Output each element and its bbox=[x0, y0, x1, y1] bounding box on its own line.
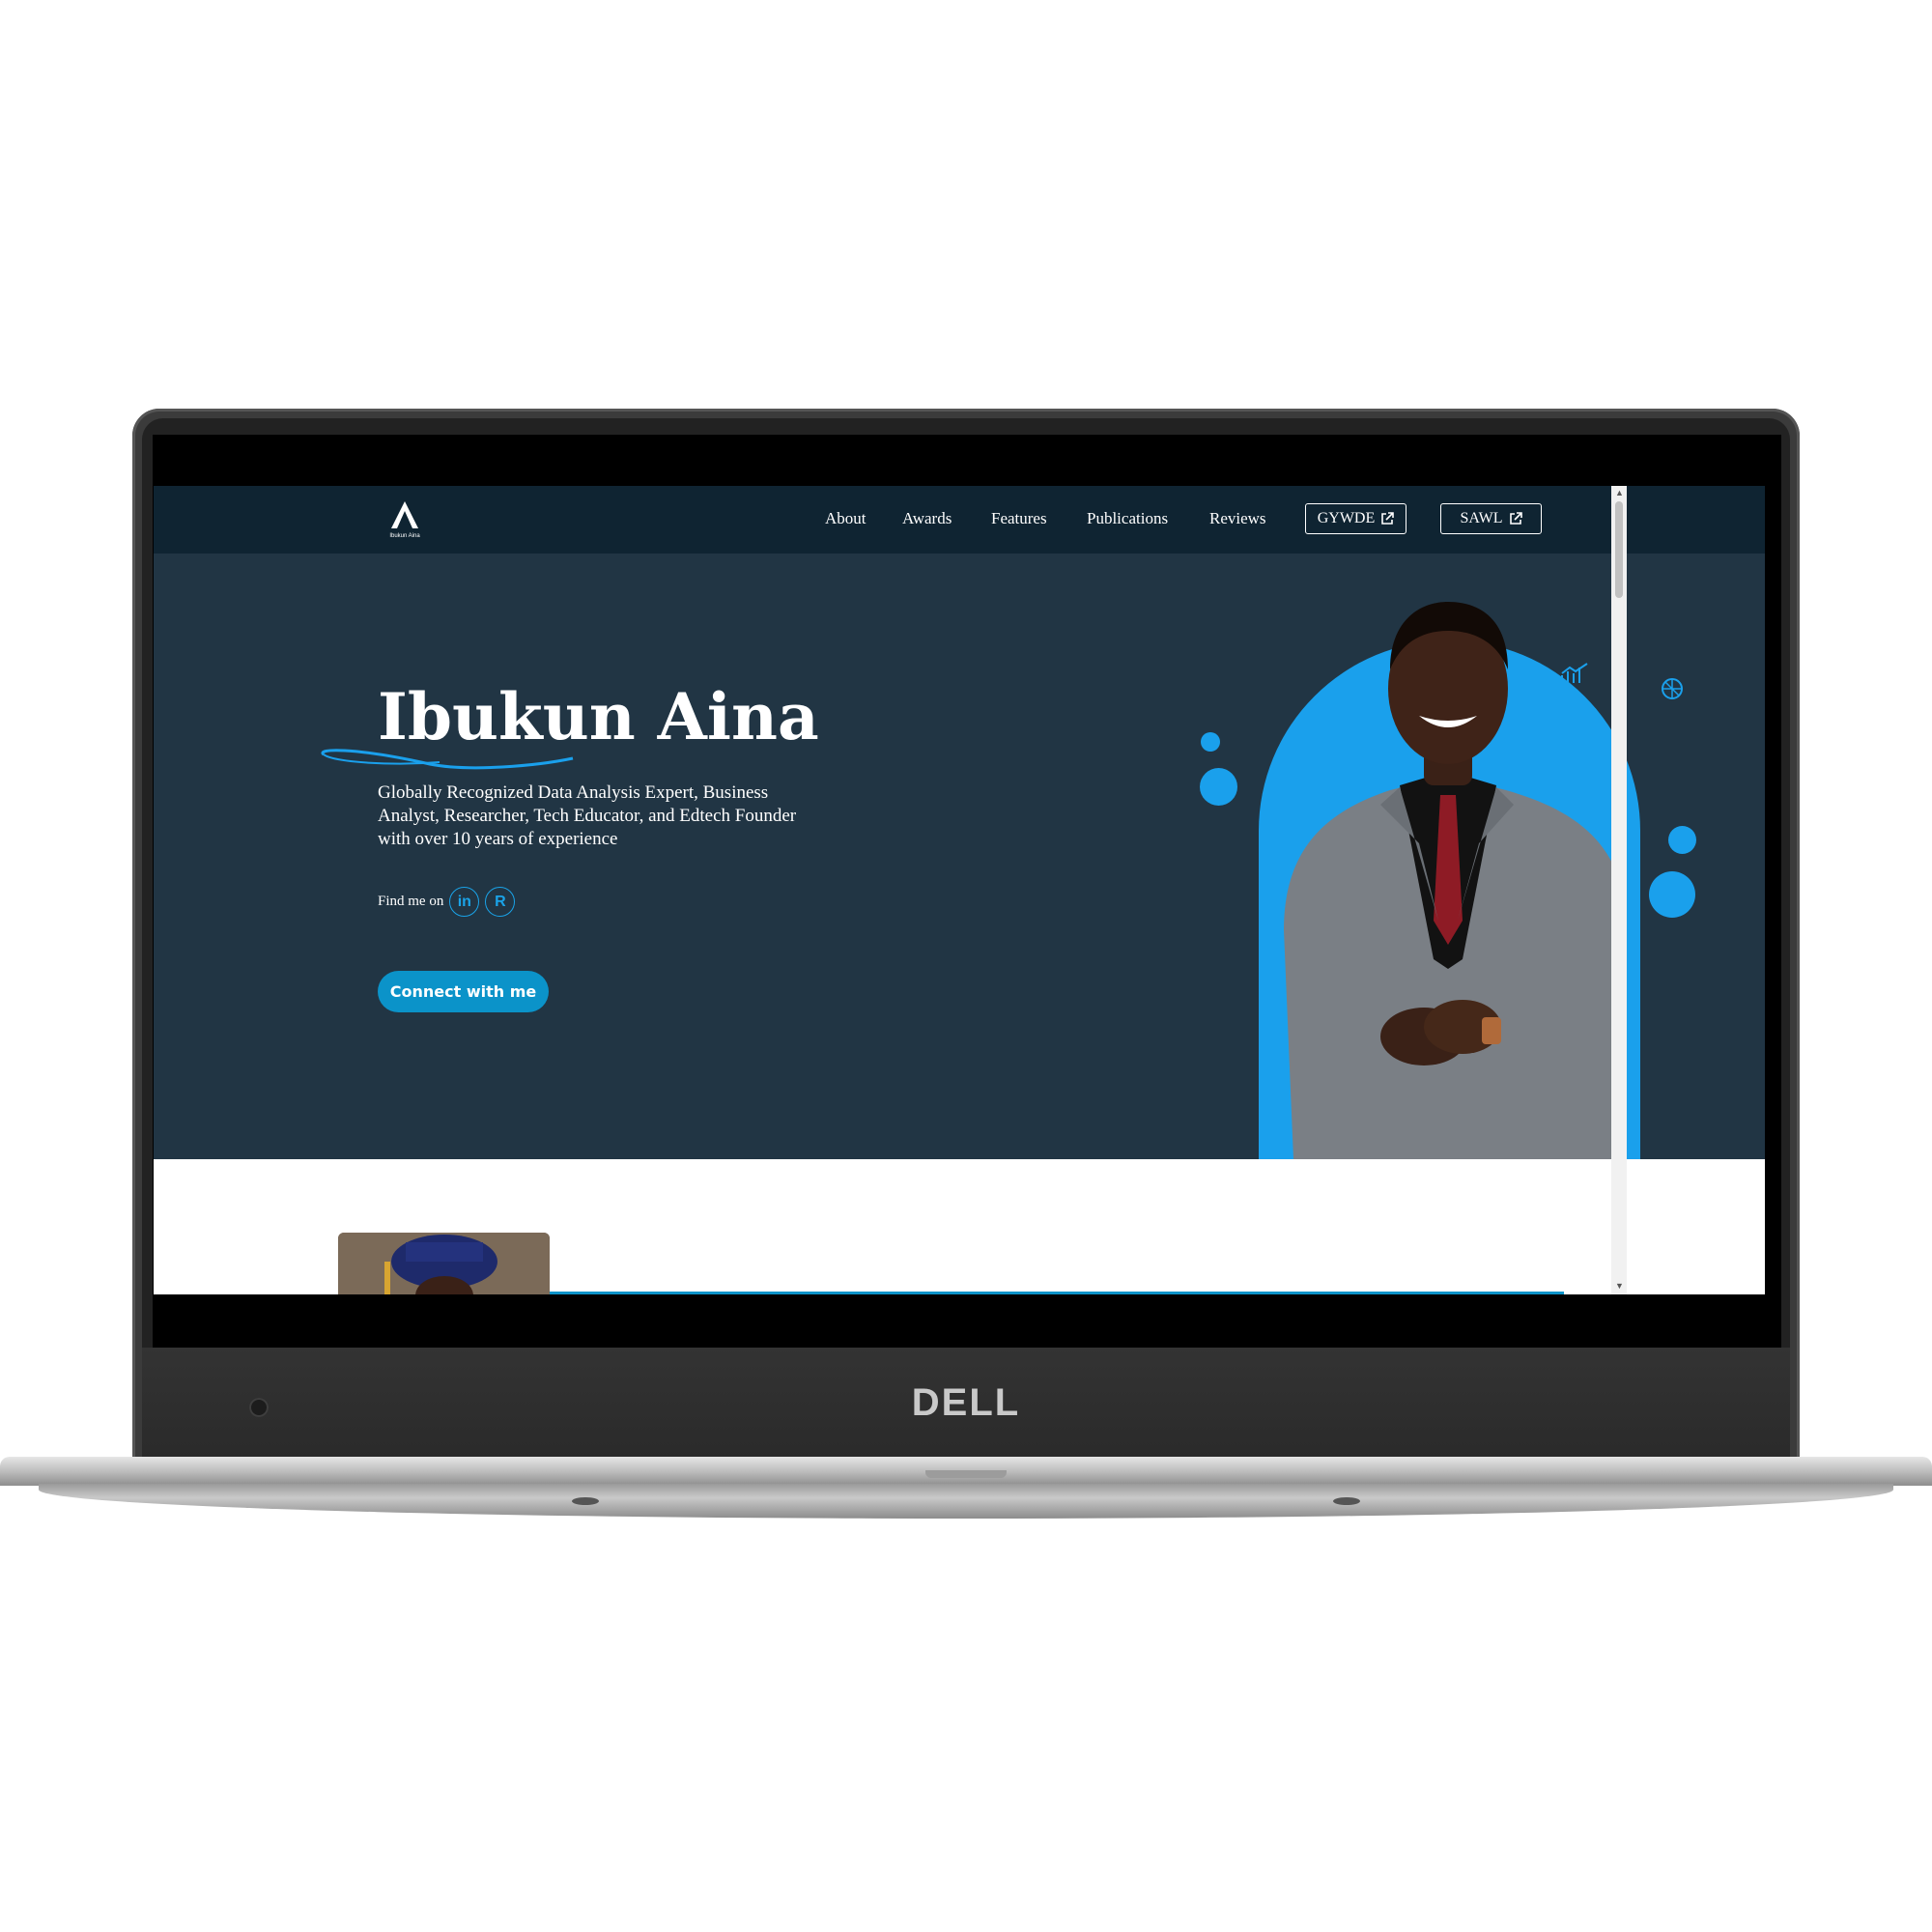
nav-about[interactable]: About bbox=[825, 509, 867, 528]
scroll-down-icon[interactable]: ▼ bbox=[1615, 1281, 1624, 1291]
laptop-base-bottom bbox=[39, 1484, 1893, 1519]
webcam-indicator bbox=[249, 1398, 269, 1417]
nav-reviews[interactable]: Reviews bbox=[1209, 509, 1266, 528]
gywde-label: GYWDE bbox=[1317, 510, 1376, 526]
top-navbar: Ibukun Aina About Awards Features Public… bbox=[154, 486, 1765, 554]
nav-features[interactable]: Features bbox=[991, 509, 1047, 528]
decor-dot bbox=[1668, 826, 1696, 854]
logo-text: Ibukun Aina bbox=[389, 533, 420, 539]
scroll-up-icon[interactable]: ▲ bbox=[1615, 488, 1624, 497]
external-link-icon bbox=[1509, 512, 1522, 525]
hero-subtitle: Globally Recognized Data Analysis Expert… bbox=[378, 782, 797, 849]
connect-button[interactable]: Connect with me bbox=[378, 971, 549, 1012]
hero-name: Ibukun Aina bbox=[378, 679, 819, 754]
logo-a-icon: Ibukun Aina bbox=[389, 501, 420, 539]
page-scrollbar[interactable]: ▲ ▼ bbox=[1611, 486, 1627, 1294]
nav-awards[interactable]: Awards bbox=[902, 509, 952, 528]
find-me-label: Find me on bbox=[378, 894, 444, 909]
nav-publications[interactable]: Publications bbox=[1087, 509, 1168, 528]
globe-icon bbox=[1662, 678, 1683, 699]
sawl-button[interactable]: SAWL bbox=[1440, 503, 1542, 534]
researchgate-icon[interactable]: R bbox=[485, 887, 516, 917]
find-me-row: Find me on in R bbox=[378, 887, 516, 917]
section-divider-line bbox=[550, 1292, 1564, 1294]
decor-dot bbox=[1200, 768, 1237, 806]
laptop-foot bbox=[572, 1497, 599, 1505]
linkedin-icon[interactable]: in bbox=[449, 887, 480, 917]
decor-dot bbox=[1201, 732, 1220, 752]
browser-viewport: Ibukun Aina About Awards Features Public… bbox=[154, 486, 1765, 1294]
gywde-button[interactable]: GYWDE bbox=[1305, 503, 1406, 534]
laptop-foot bbox=[1333, 1497, 1360, 1505]
sawl-label: SAWL bbox=[1460, 510, 1503, 526]
hero-section: Ibukun Aina Globally Recognized Data Ana… bbox=[154, 554, 1765, 1159]
external-link-icon bbox=[1381, 512, 1395, 525]
decor-dot bbox=[1649, 871, 1695, 918]
award-photo-thumbnail bbox=[338, 1233, 550, 1294]
scroll-thumb[interactable] bbox=[1615, 501, 1623, 598]
lid-notch bbox=[925, 1470, 1007, 1478]
site-logo[interactable]: Ibukun Aina bbox=[384, 499, 426, 540]
profile-photo bbox=[1284, 602, 1627, 1159]
dell-logo: DELL bbox=[911, 1381, 1021, 1424]
